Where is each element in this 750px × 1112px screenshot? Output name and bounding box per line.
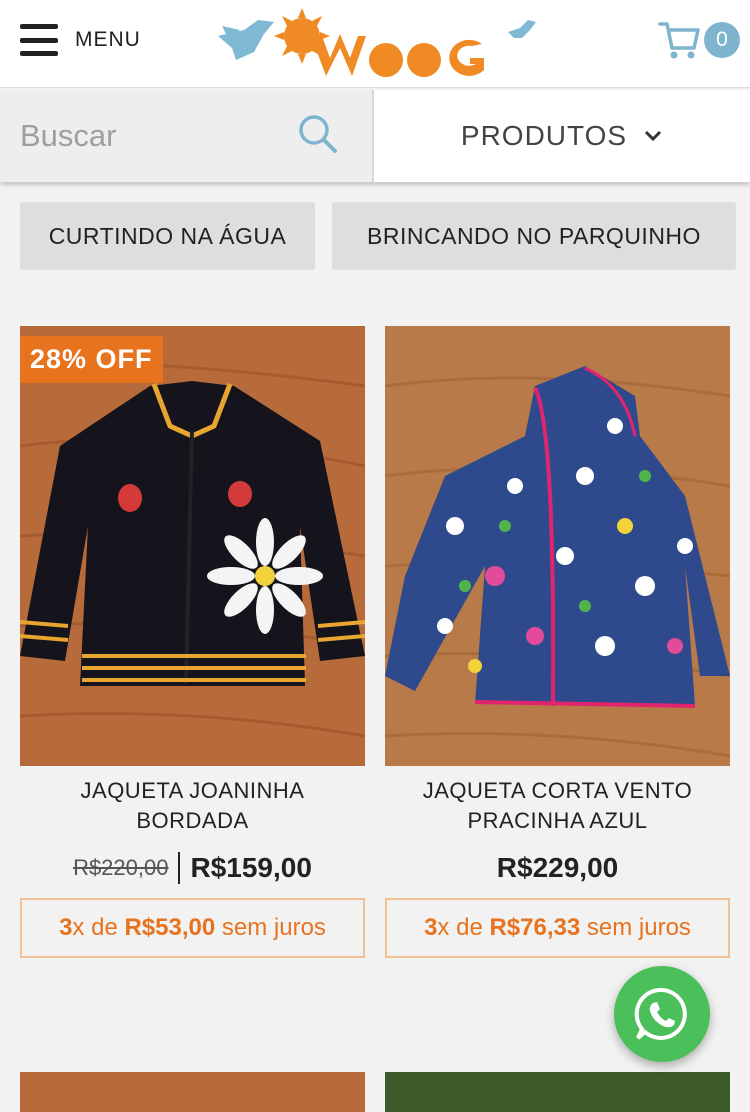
product-image[interactable]: 28% OFF xyxy=(20,326,365,766)
installments-x-de: x de xyxy=(437,914,483,941)
product-image[interactable] xyxy=(20,1072,365,1112)
product-title[interactable]: JAQUETA CORTA VENTO PRACINHA AZUL xyxy=(385,776,730,836)
top-header: MENU 0 xyxy=(0,0,750,88)
store-logo[interactable] xyxy=(214,8,544,82)
category-chip-brincando-no-parquinho[interactable]: BRINCANDO NO PARQUINHO xyxy=(332,202,736,270)
product-title-line: PRACINHA AZUL xyxy=(467,808,648,833)
installments-box: 3x de R$76,33 sem juros xyxy=(385,898,730,958)
products-dropdown[interactable]: PRODUTOS xyxy=(374,90,750,182)
product-card[interactable]: 28% OFF JAQUETA JOANINHA BORDADA R$220,0… xyxy=(20,326,365,958)
product-title-line: JAQUETA CORTA VENTO xyxy=(422,778,693,803)
product-image[interactable] xyxy=(385,326,730,766)
installments-count: 3 xyxy=(424,914,438,941)
search-input[interactable] xyxy=(20,112,280,160)
search-box xyxy=(0,90,374,182)
product-image[interactable] xyxy=(385,1072,730,1112)
price-row: R$229,00 xyxy=(385,850,730,886)
installments-box: 3x de R$53,00 sem juros xyxy=(20,898,365,958)
installments-count: 3 xyxy=(59,914,73,941)
installments-amount: R$53,00 xyxy=(124,914,216,941)
current-price: R$229,00 xyxy=(496,852,619,883)
installments-suffix: sem juros xyxy=(586,914,691,941)
installments-amount: R$76,33 xyxy=(489,914,581,941)
whatsapp-button[interactable] xyxy=(614,966,710,1062)
product-title-line: BORDADA xyxy=(136,808,249,833)
search-icon[interactable] xyxy=(298,114,338,154)
whatsapp-icon xyxy=(634,987,687,1040)
category-chips: CURTINDO NA ÁGUA BRINCANDO NO PARQUINHO xyxy=(20,202,736,270)
menu-button[interactable]: MENU xyxy=(20,24,141,56)
cart-count-badge: 0 xyxy=(704,22,740,58)
products-label: PRODUTOS xyxy=(460,120,628,151)
installments-suffix: sem juros xyxy=(221,914,326,941)
category-chip-curtindo-na-agua[interactable]: CURTINDO NA ÁGUA xyxy=(20,202,315,270)
price-separator xyxy=(178,852,181,884)
product-card[interactable]: JAQUETA CORTA VENTO PRACINHA AZUL R$229,… xyxy=(385,326,730,958)
product-title-line: JAQUETA JOANINHA xyxy=(80,778,305,803)
price-row: R$220,00 R$159,00 xyxy=(20,850,365,886)
discount-badge: 28% OFF xyxy=(20,336,163,383)
cart-icon xyxy=(658,22,700,59)
menu-label: MENU xyxy=(75,28,141,51)
search-bar: PRODUTOS xyxy=(0,90,750,182)
installments-x-de: x de xyxy=(72,914,118,941)
current-price: R$159,00 xyxy=(190,852,312,883)
hamburger-icon xyxy=(20,24,58,56)
cart-button[interactable]: 0 xyxy=(658,20,740,60)
old-price: R$220,00 xyxy=(73,855,169,880)
product-title[interactable]: JAQUETA JOANINHA BORDADA xyxy=(20,776,365,836)
chevron-down-icon xyxy=(645,130,662,142)
